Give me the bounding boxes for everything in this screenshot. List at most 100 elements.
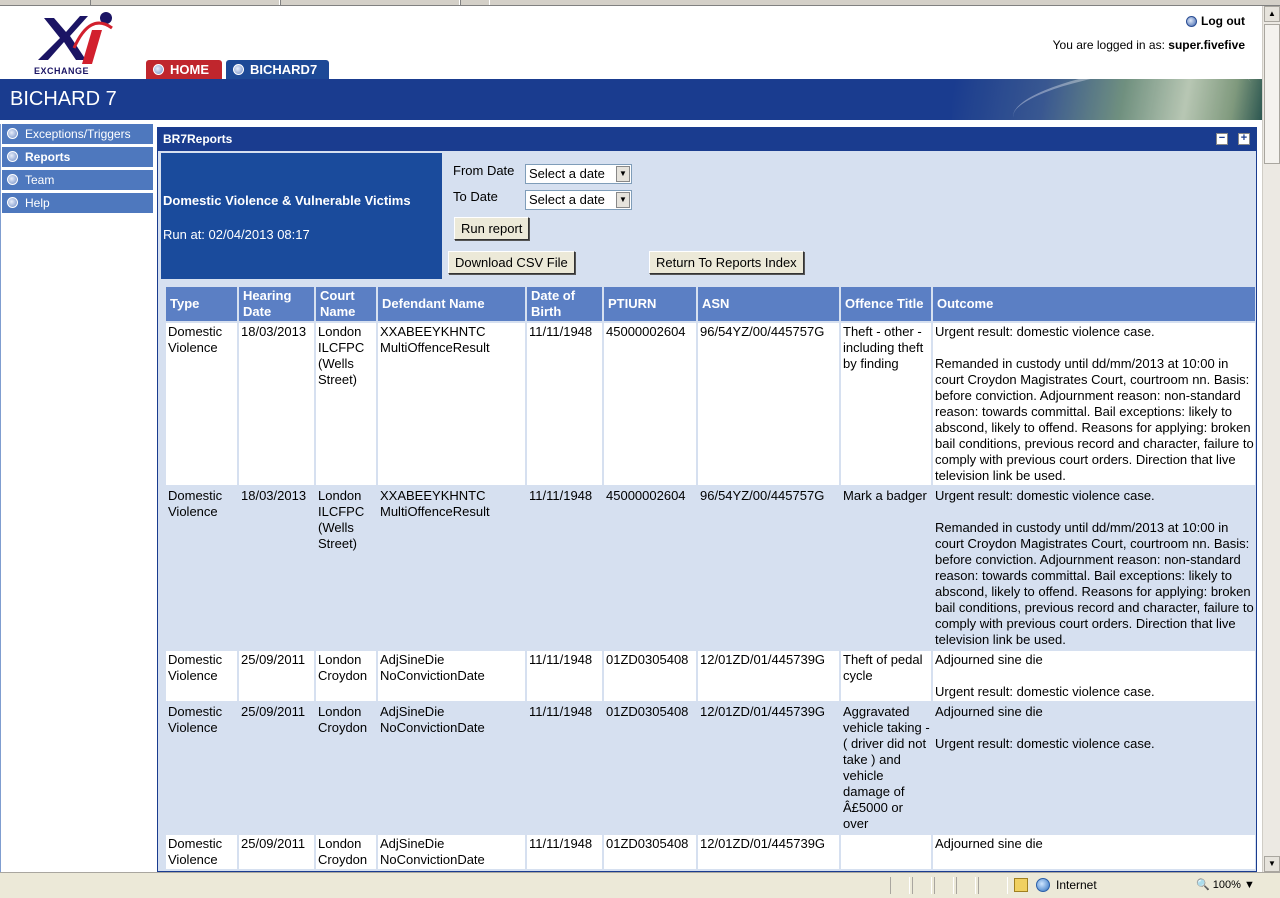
report-run-at: Run at: 02/04/2013 08:17 — [163, 227, 310, 242]
cell-asn: 96/54YZ/00/445757G — [698, 323, 839, 485]
chevron-down-icon: ▼ — [616, 166, 630, 182]
cell-asn: 12/01ZD/01/445739G — [698, 703, 839, 833]
from-date-value: Select a date — [529, 166, 605, 181]
column-header[interactable]: Defendant Name — [378, 287, 525, 321]
sidebar-item-team[interactable]: Team — [2, 170, 153, 190]
cell-defendant: AdjSineDie NoConvictionDate — [378, 651, 525, 701]
table-row[interactable]: Domestic Violence 25/09/2011 London Croy… — [166, 651, 1255, 701]
sidebar-item-help[interactable]: Help — [2, 193, 153, 213]
browser-tab[interactable] — [90, 0, 280, 5]
column-header[interactable]: Hearing Date — [239, 287, 314, 321]
cell-dob: 11/11/1948 — [527, 703, 602, 833]
logout-link[interactable]: Log out — [1186, 14, 1245, 28]
cell-hearing-date: 25/09/2011 — [239, 651, 314, 701]
scroll-thumb[interactable] — [1264, 24, 1280, 164]
column-header[interactable]: ASN — [698, 287, 839, 321]
cell-type: Domestic Violence — [166, 651, 237, 701]
sidebar-item-reports[interactable]: Reports — [2, 147, 153, 167]
sidebar: Exceptions/Triggers Reports Team Help — [2, 124, 153, 216]
banner-title: BICHARD 7 — [10, 88, 117, 110]
table-row[interactable]: Domestic Violence 18/03/2013 London ILCF… — [166, 323, 1255, 485]
sidebar-item-label: Team — [25, 173, 55, 187]
cell-type: Domestic Violence — [166, 323, 237, 485]
scroll-down-icon[interactable]: ▼ — [1264, 856, 1280, 872]
cell-outcome: Adjourned sine die Urgent result: domest… — [933, 703, 1255, 833]
cell-ptiurn: 01ZD0305408 — [604, 651, 696, 701]
security-zone[interactable]: Internet — [1036, 878, 1097, 892]
scroll-up-icon[interactable]: ▲ — [1264, 6, 1280, 22]
download-csv-button[interactable]: Download CSV File — [448, 251, 575, 274]
from-date-select[interactable]: Select a date ▼ — [525, 164, 632, 184]
cell-court: London ILCFPC (Wells Street) — [316, 487, 376, 649]
cell-type: Domestic Violence — [166, 703, 237, 833]
cell-court: London Croydon — [316, 651, 376, 701]
vertical-scrollbar[interactable]: ▲ ▼ — [1262, 6, 1280, 872]
column-header[interactable]: Outcome — [933, 287, 1255, 321]
bullet-icon — [7, 151, 18, 162]
status-segment — [890, 877, 910, 894]
minimize-button[interactable]: − — [1216, 133, 1228, 145]
tab-home[interactable]: HOME — [146, 60, 222, 79]
cell-outcome: Adjourned sine die Urgent result: domest… — [933, 651, 1255, 701]
report-title: Domestic Violence & Vulnerable Victims — [163, 193, 411, 208]
cell-type: Domestic Violence — [166, 487, 237, 649]
cell-defendant: AdjSineDie NoConvictionDate — [378, 835, 525, 869]
cell-hearing-date: 25/09/2011 — [239, 835, 314, 869]
globe-icon — [1036, 878, 1050, 892]
column-header[interactable]: Type — [166, 287, 237, 321]
maximize-button[interactable]: + — [1238, 133, 1250, 145]
cell-defendant: AdjSineDie NoConvictionDate — [378, 703, 525, 833]
cell-ptiurn: 01ZD0305408 — [604, 835, 696, 869]
to-date-value: Select a date — [529, 192, 605, 207]
table-header-row: Type Hearing Date Court Name Defendant N… — [166, 287, 1255, 321]
table-row[interactable]: Domestic Violence 18/03/2013 London ILCF… — [166, 487, 1255, 649]
report-table-wrapper: Type Hearing Date Court Name Defendant N… — [164, 285, 1255, 871]
cell-offence — [841, 835, 931, 869]
browser-tab[interactable] — [280, 0, 460, 5]
sidebar-item-label: Exceptions/Triggers — [25, 127, 131, 141]
cell-dob: 11/11/1948 — [527, 323, 602, 485]
security-icon[interactable] — [1014, 878, 1028, 892]
cell-dob: 11/11/1948 — [527, 487, 602, 649]
tab-bichard7-label: BICHARD7 — [250, 62, 318, 77]
cell-court: London Croydon — [316, 703, 376, 833]
column-header[interactable]: Offence Title — [841, 287, 931, 321]
browser-tab[interactable] — [460, 0, 490, 5]
return-reports-index-button[interactable]: Return To Reports Index — [649, 251, 804, 274]
bullet-icon — [7, 197, 18, 208]
cell-offence: Theft of pedal cycle — [841, 651, 931, 701]
zoom-level: 100% — [1212, 879, 1241, 891]
tab-bichard7[interactable]: BICHARD7 — [226, 60, 329, 79]
outcome-text: Urgent result: domestic violence case. — [935, 684, 1155, 699]
reports-panel: BR7Reports − + Domestic Violence & Vulne… — [157, 127, 1257, 872]
cell-ptiurn: 45000002604 — [604, 323, 696, 485]
zoom-control[interactable]: 🔍 100% ▼ — [1196, 878, 1255, 891]
cell-asn: 12/01ZD/01/445739G — [698, 835, 839, 869]
outcome-text: Urgent result: domestic violence case. — [935, 736, 1155, 751]
table-row[interactable]: Domestic Violence 25/09/2011 London Croy… — [166, 835, 1255, 869]
cell-ptiurn: 01ZD0305408 — [604, 703, 696, 833]
table-row[interactable]: Domestic Violence 25/09/2011 London Croy… — [166, 703, 1255, 833]
sidebar-item-label: Reports — [25, 150, 71, 164]
column-header[interactable]: Court Name — [316, 287, 376, 321]
cell-dob: 11/11/1948 — [527, 651, 602, 701]
bullet-icon — [153, 64, 164, 75]
status-segment — [978, 877, 1008, 894]
main-nav-tabs: HOME BICHARD7 — [146, 60, 329, 79]
username: super.fivefive — [1168, 38, 1245, 52]
sidebar-item-exceptions[interactable]: Exceptions/Triggers — [2, 124, 153, 144]
run-report-button[interactable]: Run report — [454, 217, 530, 240]
outcome-text: Adjourned sine die — [935, 836, 1043, 851]
cell-ptiurn: 45000002604 — [604, 487, 696, 649]
column-header[interactable]: PTIURN — [604, 287, 696, 321]
column-header[interactable]: Date of Birth — [527, 287, 602, 321]
cell-offence: Mark a badger — [841, 487, 931, 649]
cell-court: London Croydon — [316, 835, 376, 869]
outcome-text: Adjourned sine die — [935, 704, 1043, 719]
cell-offence: Theft - other - including theft by findi… — [841, 323, 931, 485]
to-date-select[interactable]: Select a date ▼ — [525, 190, 632, 210]
cell-defendant: XXABEEYKHNTC MultiOffenceResult — [378, 487, 525, 649]
panel-title: BR7Reports — [163, 132, 233, 146]
status-segment — [956, 877, 976, 894]
cell-hearing-date: 18/03/2013 — [239, 323, 314, 485]
